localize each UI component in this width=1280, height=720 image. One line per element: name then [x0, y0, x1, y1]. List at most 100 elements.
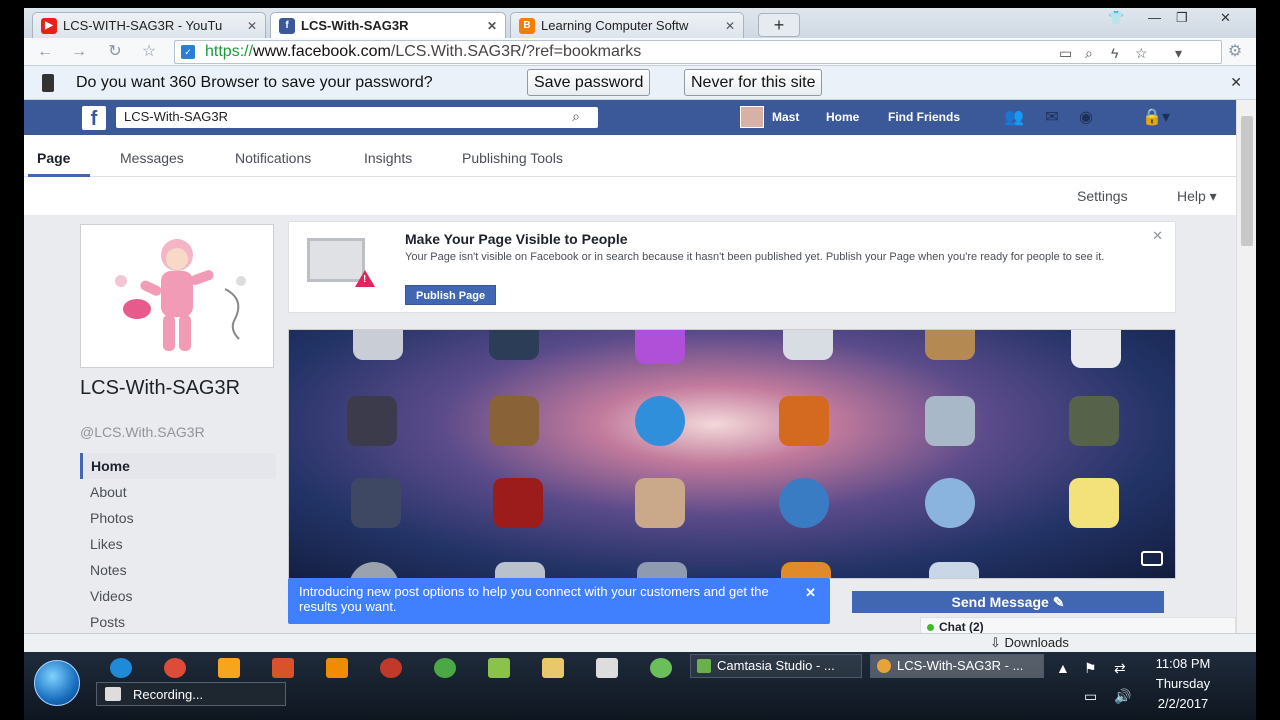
sidebar-item-posts[interactable]: Posts: [80, 609, 276, 633]
password-save-bar: Do you want 360 Browser to save your pas…: [24, 66, 1256, 100]
sidebar-item-videos[interactable]: Videos: [80, 583, 276, 609]
taskbar-item-camtasia[interactable]: Camtasia Studio - ...: [690, 654, 862, 678]
facebook-search-input[interactable]: LCS-With-SAG3R ⌕: [116, 107, 598, 128]
flag-icon[interactable]: ⚑: [1084, 660, 1097, 677]
tab-strip: ▶ LCS-WITH-SAG3R - YouTu ✕ f LCS-With-SA…: [24, 8, 1256, 38]
media-player-icon[interactable]: [218, 658, 240, 678]
tools-icon[interactable]: ⚙: [1224, 41, 1246, 63]
vlc-icon[interactable]: [326, 658, 348, 678]
help-link[interactable]: Help ▾: [1177, 188, 1217, 205]
tab-blogger[interactable]: B Learning Computer Softw ✕: [510, 12, 744, 38]
sidebar-item-about[interactable]: About: [80, 479, 276, 505]
internet-explorer-icon[interactable]: [110, 658, 132, 678]
app-icon: [489, 330, 539, 360]
sidebar-item-notes[interactable]: Notes: [80, 557, 276, 583]
chrome-icon[interactable]: [164, 658, 186, 678]
facebook-logo-icon[interactable]: f: [82, 106, 106, 130]
app-icon: [347, 396, 397, 446]
find-friends-link[interactable]: Find Friends: [888, 110, 960, 124]
messages-icon[interactable]: ✉: [1042, 109, 1062, 126]
tab-insights[interactable]: Insights: [364, 150, 412, 166]
tab-title: Learning Computer Softw: [541, 18, 689, 33]
notice-title: Make Your Page Visible to People: [405, 231, 628, 247]
avatar[interactable]: [740, 106, 764, 128]
shirt-icon[interactable]: 👕: [1108, 10, 1124, 26]
settings-link[interactable]: Settings: [1077, 188, 1128, 204]
taskbar-clock[interactable]: 11:08 PM Thursday 2/2/2017: [1148, 654, 1218, 714]
back-icon[interactable]: ←: [34, 41, 56, 63]
close-icon[interactable]: ✕: [1152, 228, 1163, 244]
lightning-icon[interactable]: ϟ: [1111, 45, 1118, 61]
account-menu-icon[interactable]: 🔒▾: [1136, 109, 1176, 126]
app-icon: [635, 396, 685, 446]
profile-link[interactable]: Mast: [772, 110, 799, 124]
tab-page[interactable]: Page: [37, 150, 70, 166]
screen-icon[interactable]: ▭: [1059, 45, 1072, 62]
clock-date: 2/2/2017: [1157, 696, 1209, 711]
new-post-options-tooltip: Introducing new post options to help you…: [288, 578, 830, 624]
tab-publishing-tools[interactable]: Publishing Tools: [462, 150, 563, 166]
calculator-icon[interactable]: [596, 658, 618, 678]
app-icon: [929, 562, 979, 578]
save-password-button[interactable]: Save password: [527, 69, 651, 96]
notifications-globe-icon[interactable]: ◉: [1076, 109, 1096, 126]
action-center-icon[interactable]: ▭: [1084, 688, 1097, 705]
folder-icon[interactable]: [542, 658, 564, 678]
app-icon[interactable]: [434, 658, 456, 678]
home-link[interactable]: Home: [826, 110, 859, 124]
sidebar-item-photos[interactable]: Photos: [80, 505, 276, 531]
notice-body: Your Page isn't visible on Facebook or i…: [405, 251, 1105, 263]
tab-messages[interactable]: Messages: [120, 150, 184, 166]
camera-icon[interactable]: [1141, 551, 1163, 566]
url-bar[interactable]: ✓ https://www.facebook.com/LCS.With.SAG3…: [174, 40, 1222, 64]
volume-icon[interactable]: 🔊: [1114, 688, 1131, 705]
password-bar-message: Do you want 360 Browser to save your pas…: [76, 74, 433, 91]
send-message-button[interactable]: Send Message ✎: [852, 591, 1164, 613]
paint-icon[interactable]: [272, 658, 294, 678]
star-icon[interactable]: ☆: [138, 41, 160, 63]
publish-page-button[interactable]: Publish Page: [405, 285, 497, 305]
tray-arrow-icon[interactable]: ▲: [1056, 660, 1070, 676]
app-icon[interactable]: [488, 658, 510, 678]
window-close-icon[interactable]: ✕: [1220, 10, 1231, 26]
cover-photo[interactable]: [288, 329, 1176, 579]
app-icon: [489, 396, 539, 446]
app-icon[interactable]: [650, 658, 672, 678]
downloads-button[interactable]: ⇩ Downloads: [990, 635, 1069, 651]
bookmark-star-icon[interactable]: ☆: [1135, 45, 1148, 62]
chat-bar[interactable]: Chat (2): [920, 617, 1236, 633]
sidebar-item-likes[interactable]: Likes: [80, 531, 276, 557]
facebook-icon: f: [279, 17, 295, 34]
minimize-icon[interactable]: —: [1148, 10, 1161, 25]
page-handle: @LCS.With.SAG3R: [80, 424, 205, 440]
tab-facebook[interactable]: f LCS-With-SAG3R ✕: [270, 12, 506, 38]
close-icon[interactable]: ✕: [1230, 74, 1242, 91]
dropdown-icon[interactable]: ▾: [1175, 45, 1182, 62]
close-icon[interactable]: ✕: [725, 19, 735, 33]
sidebar-item-home[interactable]: Home: [80, 453, 276, 479]
tab-youtube[interactable]: ▶ LCS-WITH-SAG3R - YouTu ✕: [32, 12, 266, 38]
taskbar-item-browser[interactable]: LCS-With-SAG3R - ...: [870, 654, 1044, 678]
close-icon[interactable]: ✕: [805, 585, 816, 600]
refresh-icon[interactable]: ↻: [104, 41, 126, 63]
start-button[interactable]: [34, 660, 80, 706]
network-icon[interactable]: ⇄: [1114, 660, 1126, 677]
url-text[interactable]: https://www.facebook.com/LCS.With.SAG3R/…: [205, 43, 641, 61]
forward-icon[interactable]: →: [68, 41, 90, 63]
zoom-icon[interactable]: ⌕: [1085, 45, 1093, 62]
status-bar: ⇩ Downloads: [24, 633, 1256, 652]
search-icon[interactable]: ⌕: [572, 108, 580, 125]
app-icon[interactable]: [380, 658, 402, 678]
recording-indicator[interactable]: Recording...: [96, 682, 286, 706]
profile-picture-frame[interactable]: [80, 224, 274, 368]
scroll-thumb[interactable]: [1241, 116, 1253, 246]
restore-icon[interactable]: ❐: [1176, 10, 1188, 26]
close-icon[interactable]: ✕: [487, 19, 497, 33]
new-tab-button[interactable]: +: [758, 13, 800, 37]
vertical-scrollbar[interactable]: [1236, 100, 1256, 633]
never-for-this-site-button[interactable]: Never for this site: [684, 69, 823, 96]
app-icon: [495, 562, 545, 578]
close-icon[interactable]: ✕: [247, 19, 257, 33]
tab-notifications[interactable]: Notifications: [235, 150, 311, 166]
friend-requests-icon[interactable]: 👥: [1004, 109, 1024, 126]
